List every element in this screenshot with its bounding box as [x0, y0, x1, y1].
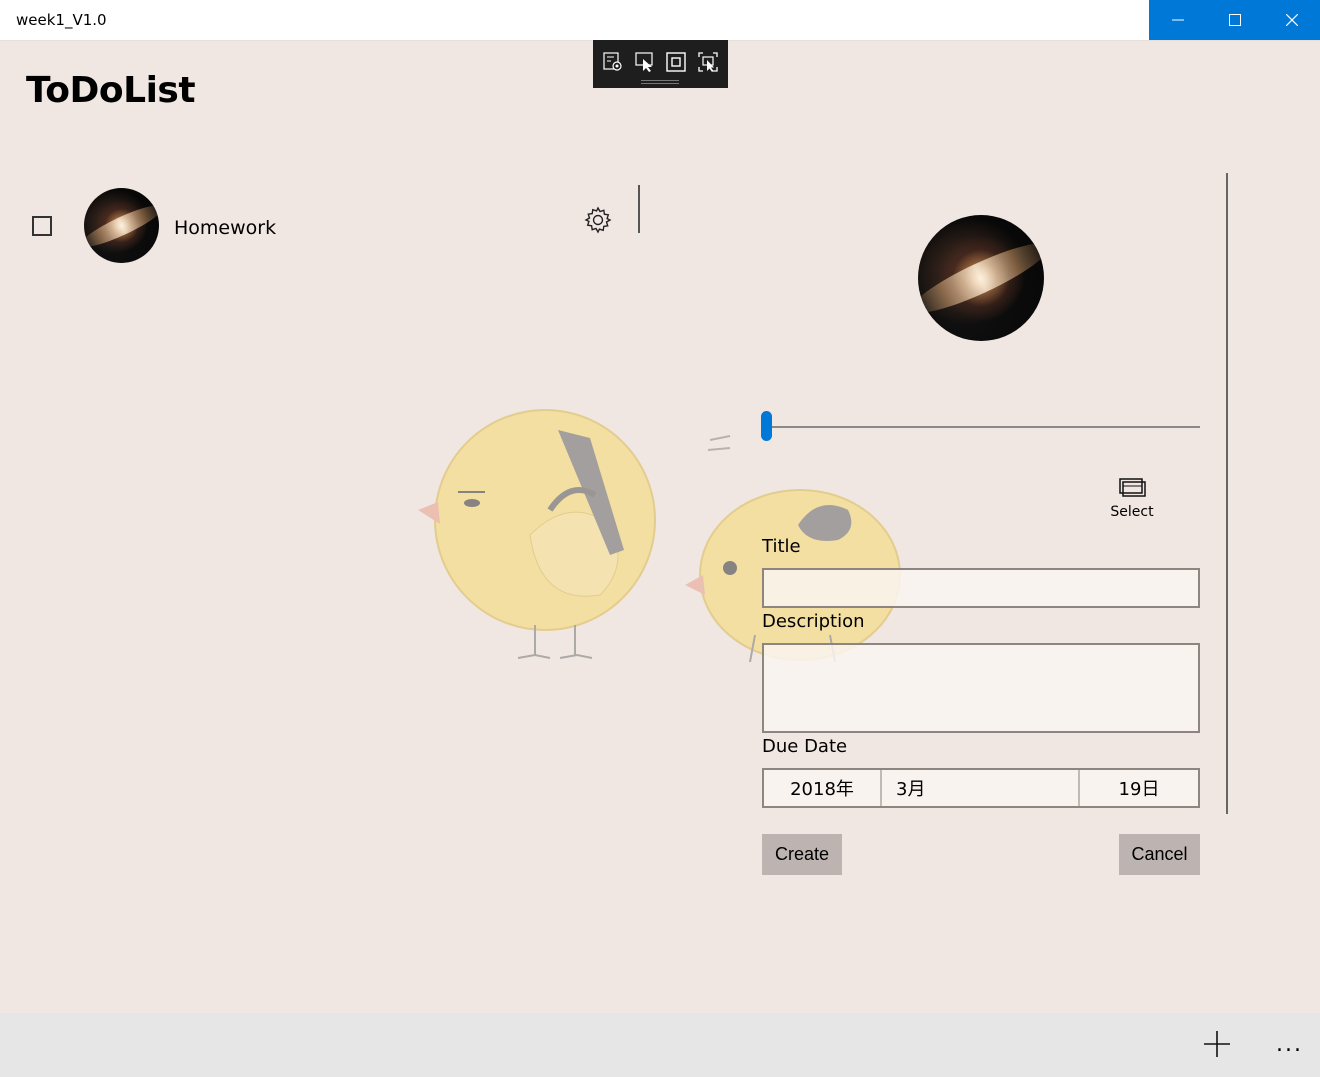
form-scrollbar[interactable] — [1226, 173, 1228, 814]
image-size-slider-track[interactable] — [766, 426, 1200, 428]
picture-select-icon — [1119, 478, 1146, 497]
plus-icon[interactable] — [1204, 1031, 1230, 1057]
window-title: week1_V1.0 — [16, 11, 107, 29]
toolbar-grip[interactable] — [641, 80, 679, 84]
todo-item-checkbox[interactable] — [32, 216, 52, 236]
window-title-bar: week1_V1.0 — [0, 0, 1320, 41]
track-focus-icon — [698, 52, 718, 72]
close-button[interactable] — [1263, 0, 1320, 40]
maximize-button[interactable] — [1206, 0, 1263, 40]
description-label: Description — [762, 611, 865, 632]
window-controls — [1149, 0, 1320, 40]
select-element-icon — [635, 52, 653, 72]
more-options-button[interactable]: ... — [1276, 1032, 1303, 1057]
due-date-month[interactable]: 3月 — [882, 770, 1080, 806]
due-date-day[interactable]: 19日 — [1080, 770, 1198, 806]
description-input[interactable] — [762, 643, 1200, 733]
due-date-label: Due Date — [762, 736, 848, 757]
list-divider — [638, 185, 640, 233]
cancel-button[interactable]: Cancel — [1119, 834, 1200, 875]
select-element-button[interactable] — [632, 49, 658, 75]
form-image-preview — [918, 215, 1044, 341]
bottom-app-bar — [0, 1013, 1320, 1077]
todo-item-label[interactable]: Homework — [174, 217, 276, 239]
select-image-button[interactable]: Select — [1104, 476, 1160, 530]
minimize-button[interactable] — [1149, 0, 1206, 40]
debug-toolbar — [593, 40, 728, 88]
due-date-picker[interactable]: 2018年 3月 19日 — [762, 768, 1200, 808]
title-input[interactable] — [762, 568, 1200, 608]
todo-item-avatar — [84, 188, 159, 263]
create-button[interactable]: Create — [762, 834, 842, 875]
gear-icon[interactable] — [584, 206, 612, 234]
select-label: Select — [1110, 504, 1154, 520]
app-title: ToDoList — [26, 70, 196, 111]
title-label: Title — [762, 536, 801, 557]
background-chicks-illustration — [418, 409, 901, 663]
display-layout-adorners-icon — [666, 52, 687, 72]
close-icon — [1285, 14, 1298, 26]
due-date-year[interactable]: 2018年 — [764, 770, 882, 806]
layout-adorners-button[interactable] — [663, 49, 689, 75]
track-focus-button[interactable] — [695, 49, 721, 75]
image-size-slider-thumb[interactable] — [761, 411, 772, 441]
maximize-icon — [1228, 14, 1241, 26]
minimize-icon — [1171, 19, 1184, 21]
live-visual-tree-icon — [603, 52, 622, 71]
live-visual-tree-button[interactable] — [600, 49, 626, 75]
